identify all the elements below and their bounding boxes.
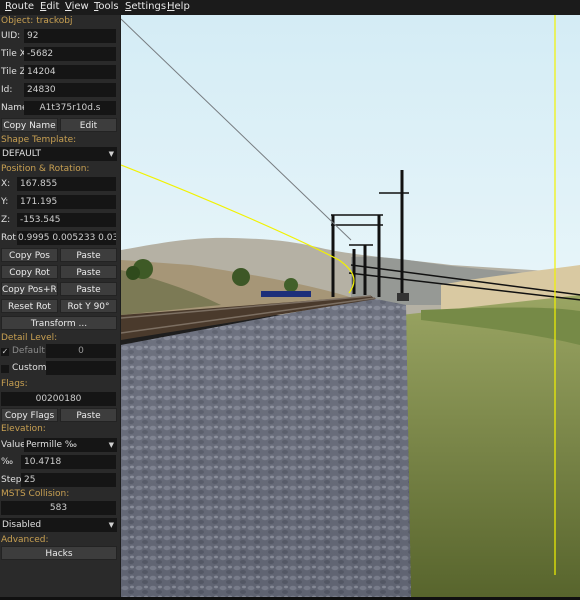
position-y-field[interactable]: 171.195 [17,195,116,209]
scene-render [121,15,580,600]
position-rotation-title: Position & Rotation: [1,164,90,174]
msts-collision-title: MSTS Collision: [1,489,70,499]
object-title: Object: trackobj [1,16,73,26]
y-label: Y: [1,197,9,207]
shape-template-value: DEFAULT [2,149,41,159]
chevron-down-icon: ▼ [108,150,114,158]
collision-mode-value: Disabled [2,520,42,530]
paste-pos-rot-button[interactable]: Paste [60,282,117,296]
step-field[interactable]: 25 [21,473,116,487]
custom-checkbox[interactable] [1,365,9,373]
flags-title: Flags: [1,379,28,389]
menu-view[interactable]: View [65,1,89,12]
object-properties-panel: Object: trackobj UID: 92 Tile X: -5682 T… [0,15,120,600]
transform-button[interactable]: Transform ... [1,316,117,330]
menu-route[interactable]: Route [5,1,34,12]
position-x-field[interactable]: 167.855 [17,177,116,191]
copy-pos-button[interactable]: Copy Pos [1,248,58,262]
copy-flags-button[interactable]: Copy Flags [1,408,58,422]
detail-custom-value[interactable] [46,361,116,375]
id-label: Id: [1,85,13,95]
paste-rot-button[interactable]: Paste [60,265,117,279]
shape-template-title: Shape Template: [1,135,77,145]
copy-pos-rot-button[interactable]: Copy Pos+Rot [1,282,58,296]
chevron-down-icon: ▼ [108,521,114,529]
distant-train [261,291,311,297]
rotation-field[interactable]: 0.9995 0.005233 0.03091 [17,231,116,245]
collision-mode-select[interactable]: Disabled ▼ [0,518,117,532]
paste-flags-button[interactable]: Paste [60,408,117,422]
custom-label: Custom [12,363,47,373]
menu-tools[interactable]: Tools [94,1,119,12]
elevation-field[interactable]: 10.4718 [21,455,116,469]
x-label: X: [1,179,11,189]
tile-z-field[interactable]: 14204 [24,65,116,79]
collision-field[interactable]: 583 [1,501,116,515]
reset-rot-button[interactable]: Reset Rot [1,299,58,313]
tile-x-field[interactable]: -5682 [24,47,116,61]
copy-rot-button[interactable]: Copy Rot [1,265,58,279]
menu-settings[interactable]: Settings [125,1,166,12]
position-z-field[interactable]: -153.545 [17,213,116,227]
paste-pos-button[interactable]: Paste [60,248,117,262]
z-label: Z: [1,215,11,225]
chevron-down-icon: ▼ [108,441,114,449]
3d-viewport[interactable] [121,15,580,600]
menu-help[interactable]: Help [167,1,190,12]
default-checkbox[interactable]: ✓ [1,348,9,356]
shape-template-select[interactable]: DEFAULT ▼ [0,147,117,161]
id-field[interactable]: 24830 [24,83,116,97]
elevation-title: Elevation: [1,424,46,434]
permille-label: ‰ [1,457,14,467]
detail-level-title: Detail Level: [1,333,58,343]
detail-default-value[interactable]: 0 [46,344,116,358]
elevation-unit-select[interactable]: Permille ‰ ▼ [24,438,117,452]
rot-y-90-button[interactable]: Rot Y 90° [60,299,117,313]
name-field[interactable]: A1t375r10d.s [24,101,116,115]
copy-name-button[interactable]: Copy Name [1,118,58,132]
elevation-unit-value: Permille ‰ [26,440,77,450]
edit-name-button[interactable]: Edit [60,118,117,132]
flags-field[interactable]: 00200180 [1,392,116,406]
uid-field[interactable]: 92 [24,29,116,43]
advanced-title: Advanced: [1,535,49,545]
menu-edit[interactable]: Edit [40,1,59,12]
menu-bar: Route Edit View Tools Settings Help [0,0,580,15]
uid-label: UID: [1,31,21,41]
default-label: Default [12,346,45,356]
hacks-button[interactable]: Hacks [1,546,117,560]
